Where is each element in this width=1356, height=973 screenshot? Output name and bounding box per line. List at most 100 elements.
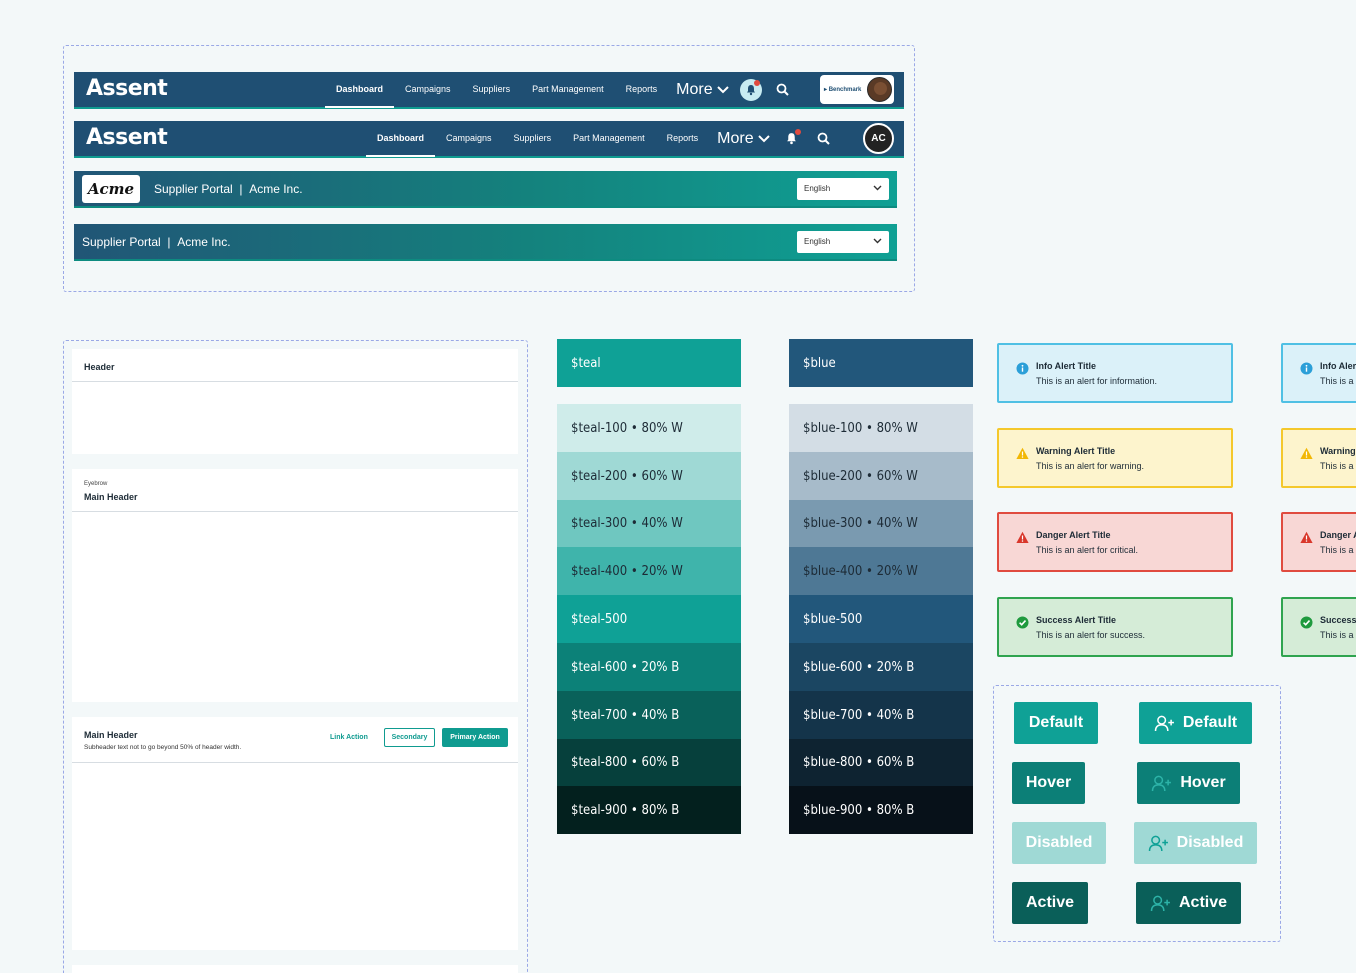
teal-swatch: $teal-200 • 60% W bbox=[557, 452, 741, 500]
language-select[interactable]: English bbox=[797, 178, 889, 200]
eyebrow-label: Eyebrow bbox=[84, 481, 108, 487]
portal-title: Supplier Portal | Acme Inc. bbox=[154, 182, 303, 196]
profile-switcher[interactable]: ▸ Benchmark bbox=[820, 75, 894, 104]
user-avatar[interactable]: AC bbox=[863, 123, 894, 154]
alert-message: This is a bbox=[1320, 376, 1354, 386]
language-value: English bbox=[804, 237, 831, 246]
blue-swatch: $blue bbox=[789, 339, 973, 387]
button-label: Default bbox=[1028, 714, 1084, 731]
warning-alert: Warning Alert Title This is an alert for… bbox=[997, 428, 1233, 488]
alerts-column-clipped: Info Aler This is a Warning This is a Da… bbox=[1281, 340, 1356, 670]
swatch-label: $teal-300 • 40% W bbox=[571, 516, 683, 531]
supplier-portal-bar: Supplier Portal | Acme Inc. English bbox=[74, 224, 897, 261]
disabled-button[interactable]: Disabled bbox=[1012, 822, 1106, 864]
portal-title: Supplier Portal | Acme Inc. bbox=[82, 235, 231, 249]
default-button[interactable]: Default bbox=[1014, 702, 1098, 744]
search-button[interactable] bbox=[813, 128, 835, 150]
blue-swatch: $blue-500 bbox=[789, 595, 973, 643]
language-select[interactable]: English bbox=[797, 231, 889, 253]
swatch-label: $teal-600 • 20% B bbox=[571, 659, 680, 675]
disabled-icon-button[interactable]: Disabled bbox=[1134, 822, 1257, 864]
teal-swatch: $teal-100 • 80% W bbox=[557, 404, 741, 452]
header-card-actions: Main Header Subheader text not to go bey… bbox=[72, 717, 518, 950]
top-nav-bar-1: Assent Dashboard Campaigns Suppliers Par… bbox=[74, 72, 904, 109]
nav-links: Dashboard Campaigns Suppliers Part Manag… bbox=[366, 121, 840, 157]
assent-logo[interactable]: Assent bbox=[86, 76, 168, 101]
assent-logo[interactable]: Assent bbox=[86, 125, 168, 150]
swatch-label: $blue-900 • 80% B bbox=[803, 802, 915, 818]
warning-icon bbox=[1016, 447, 1029, 460]
portal-title-text: Supplier Portal bbox=[82, 235, 161, 249]
hover-button[interactable]: Hover bbox=[1012, 762, 1085, 804]
notifications-button[interactable] bbox=[781, 128, 803, 150]
more-menu[interactable]: More bbox=[709, 130, 775, 148]
search-icon bbox=[776, 83, 789, 96]
chevron-down-icon bbox=[757, 134, 770, 142]
blue-swatch: $blue-600 • 20% B bbox=[789, 643, 973, 691]
danger-alert: Danger Alert Title This is an alert for … bbox=[997, 512, 1233, 572]
alert-message: This is an alert for information. bbox=[1036, 376, 1158, 386]
benchmark-text: Benchmark bbox=[828, 87, 862, 93]
notification-badge bbox=[794, 128, 801, 135]
secondary-button[interactable]: Secondary bbox=[384, 728, 435, 747]
swatch-label: $blue-400 • 20% W bbox=[803, 563, 918, 579]
default-icon-button[interactable]: Default bbox=[1139, 702, 1252, 744]
search-button[interactable] bbox=[772, 79, 794, 101]
notifications-button[interactable] bbox=[739, 78, 762, 101]
swatch-label: $blue-600 • 20% B bbox=[803, 659, 915, 675]
company-name: Acme Inc. bbox=[177, 235, 231, 249]
nav-link-reports[interactable]: Reports bbox=[656, 121, 710, 156]
nav-link-suppliers[interactable]: Suppliers bbox=[503, 121, 563, 156]
nav-link-reports[interactable]: Reports bbox=[615, 72, 669, 107]
nav-link-campaigns[interactable]: Campaigns bbox=[435, 121, 503, 156]
active-button[interactable]: Active bbox=[1012, 882, 1088, 924]
header-card-partial bbox=[72, 965, 518, 973]
card-header: Main Header Subheader text not to go bey… bbox=[72, 717, 518, 763]
card-header-title: Header bbox=[84, 362, 115, 372]
danger-alert-clipped: Danger A This is a bbox=[1281, 512, 1356, 572]
portal-title-text: Supplier Portal bbox=[154, 182, 233, 196]
add-user-icon bbox=[1151, 775, 1172, 792]
nav-link-suppliers[interactable]: Suppliers bbox=[462, 72, 522, 107]
logo-text: Assent bbox=[86, 76, 168, 101]
active-icon-button[interactable]: Active bbox=[1136, 882, 1241, 924]
swatch-label: $teal-100 • 80% W bbox=[571, 420, 683, 436]
link-action-button[interactable]: Link Action bbox=[330, 734, 368, 741]
more-label: More bbox=[676, 80, 713, 98]
teal-swatch: $teal-500 bbox=[557, 595, 741, 643]
warning-alert-clipped: Warning This is a bbox=[1281, 428, 1356, 488]
nav-link-part-management[interactable]: Part Management bbox=[521, 72, 615, 107]
blue-swatch: $blue-100 • 80% W bbox=[789, 404, 973, 452]
alert-title: Success bbox=[1320, 615, 1356, 625]
nav-link-dashboard[interactable]: Dashboard bbox=[325, 72, 395, 108]
nav-link-dashboard[interactable]: Dashboard bbox=[366, 121, 436, 157]
swatch-label: $blue bbox=[803, 355, 836, 371]
logo-text: Assent bbox=[86, 125, 168, 150]
alert-message: This is an alert for warning. bbox=[1036, 461, 1145, 471]
danger-icon bbox=[1300, 531, 1313, 544]
alert-title: Danger A bbox=[1320, 530, 1356, 540]
alert-message: This is an alert for critical. bbox=[1036, 545, 1139, 555]
more-menu[interactable]: More bbox=[668, 81, 734, 99]
hover-icon-button[interactable]: Hover bbox=[1137, 762, 1240, 804]
nav-link-campaigns[interactable]: Campaigns bbox=[394, 72, 462, 107]
swatch-label: $teal-400 • 20% W bbox=[571, 563, 683, 579]
nav-link-part-management[interactable]: Part Management bbox=[562, 121, 656, 156]
alert-message: This is a bbox=[1320, 461, 1354, 471]
alert-title: Warning bbox=[1320, 446, 1356, 456]
chevron-down-icon bbox=[716, 85, 729, 93]
button-label: Default bbox=[1182, 714, 1238, 731]
header-card-eyebrow: Eyebrow Main Header bbox=[72, 469, 518, 702]
swatch-label: $teal bbox=[571, 355, 601, 371]
swatch-label: $blue-500 bbox=[803, 611, 863, 627]
title-separator: | bbox=[239, 182, 243, 196]
check-alert-clipped: Success This is a bbox=[1281, 597, 1356, 657]
benchmark-label: ▸ Benchmark bbox=[824, 87, 862, 93]
primary-action-button[interactable]: Primary Action bbox=[442, 728, 508, 747]
nav-links: Dashboard Campaigns Suppliers Part Manag… bbox=[325, 72, 799, 108]
alert-message: This is a bbox=[1320, 545, 1354, 555]
supplier-portal-bar-logo: Acme Supplier Portal | Acme Inc. English bbox=[74, 171, 897, 208]
user-photo bbox=[867, 77, 892, 102]
blue-swatch: $blue-300 • 40% W bbox=[789, 500, 973, 547]
teal-swatch: $teal-900 • 80% B bbox=[557, 786, 741, 834]
